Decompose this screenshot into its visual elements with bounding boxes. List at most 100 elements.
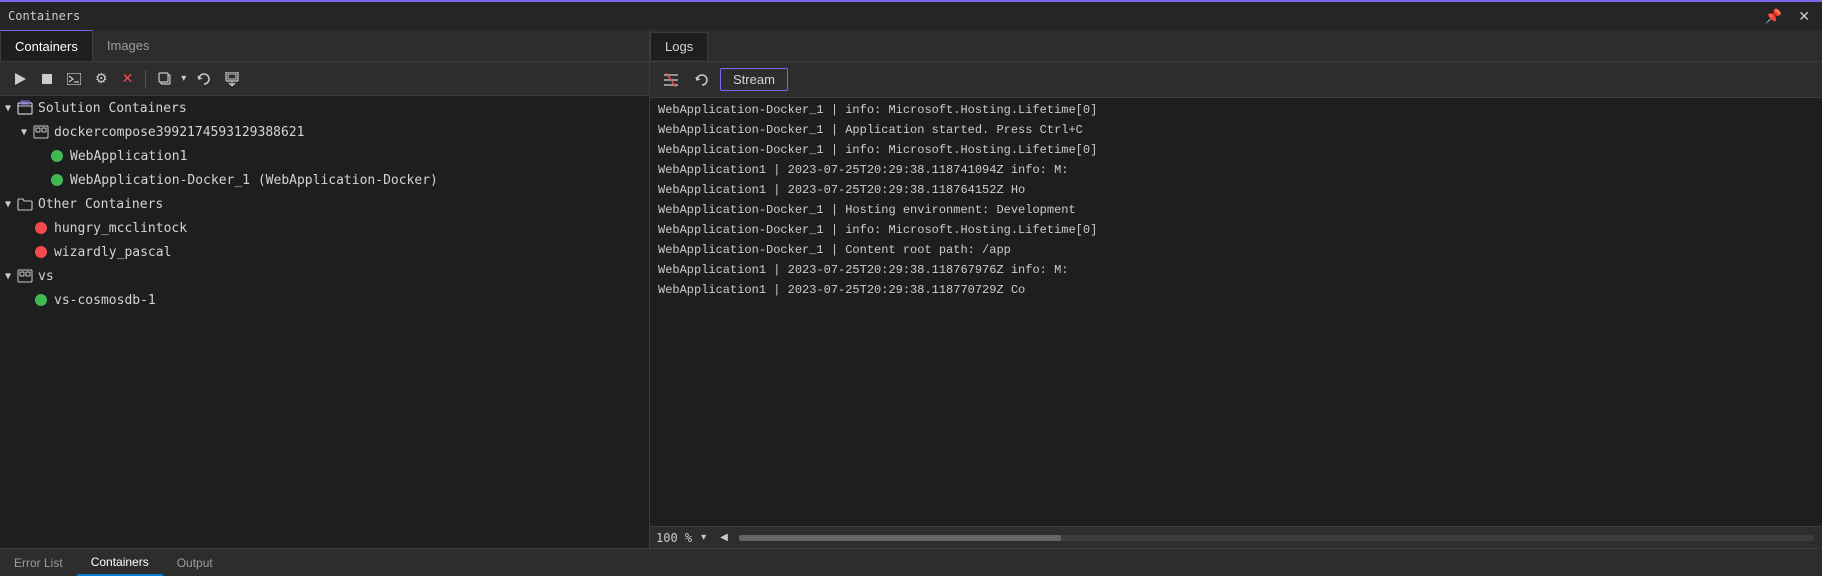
solution-containers-label: Solution Containers — [38, 101, 187, 116]
tab-images[interactable]: Images — [93, 30, 164, 61]
stop-icon — [41, 73, 53, 85]
pull-button[interactable] — [220, 70, 244, 88]
copy-button[interactable] — [153, 70, 177, 88]
tree-item-other-containers[interactable]: ▼ Other Containers — [0, 192, 649, 216]
status-red-icon — [32, 222, 50, 234]
red-circle-2 — [35, 246, 47, 258]
other-containers-label: Other Containers — [38, 197, 163, 212]
right-panel: Logs Stream WebApplication — [650, 30, 1822, 548]
logs-toolbar: Stream — [650, 62, 1822, 98]
log-line: WebApplication1 | 2023-07-25T20:29:38.11… — [650, 180, 1822, 200]
zoom-dropdown-button[interactable]: ▾ — [696, 530, 711, 545]
expander-compose: ▼ — [16, 127, 32, 138]
toolbar-separator-1 — [145, 70, 146, 88]
refresh-button[interactable] — [192, 70, 216, 88]
log-line: WebApplication-Docker_1 | Content root p… — [650, 240, 1822, 260]
expander-empty: ▶ — [16, 223, 32, 234]
status-green-icon-2 — [48, 174, 66, 186]
log-line: WebApplication1 | 2023-07-25T20:29:38.11… — [650, 280, 1822, 300]
tree-item-vs[interactable]: ▼ vs — [0, 264, 649, 288]
log-line: WebApplication-Docker_1 | info: Microsof… — [650, 140, 1822, 160]
tab-containers[interactable]: Containers — [0, 30, 93, 61]
left-toolbar: ⚙ ✕ ▾ — [0, 62, 649, 96]
status-green-icon-3 — [32, 294, 50, 306]
bottom-tab-output[interactable]: Output — [163, 549, 227, 576]
tree-item-wizardly[interactable]: ▶ wizardly_pascal — [0, 240, 649, 264]
log-line: WebApplication1 | 2023-07-25T20:29:38.11… — [650, 160, 1822, 180]
clear-logs-button[interactable] — [658, 71, 684, 89]
tree-panel[interactable]: ▼ Solution Containers ▼ dockercompose399… — [0, 96, 649, 548]
scroll-left-button[interactable]: ◀ — [715, 530, 733, 545]
status-red-icon-2 — [32, 246, 50, 258]
log-content[interactable]: WebApplication-Docker_1 | info: Microsof… — [650, 98, 1822, 526]
left-panel: Containers Images ⚙ — [0, 30, 650, 548]
scrollbar-thumb — [739, 535, 1062, 541]
wizardly-label: wizardly_pascal — [54, 245, 171, 260]
hungry-label: hungry_mcclintock — [54, 221, 187, 236]
log-line: WebApplication-Docker_1 | Hosting enviro… — [650, 200, 1822, 220]
solution-icon — [16, 100, 34, 116]
green-circle — [51, 150, 63, 162]
stream-button[interactable]: Stream — [720, 68, 788, 91]
delete-button[interactable]: ✕ — [117, 68, 139, 89]
expander-solution: ▼ — [0, 103, 16, 114]
title-bar-title: Containers — [8, 9, 80, 23]
dockercompose-label: dockercompose3992174593129388621 — [54, 125, 304, 140]
tree-item-dockercompose[interactable]: ▼ dockercompose3992174593129388621 — [0, 120, 649, 144]
vs-label: vs — [38, 269, 54, 284]
bottom-tab-containers[interactable]: Containers — [77, 549, 163, 576]
refresh-icon — [197, 72, 211, 86]
log-status-row: 100 % ▾ ◀ — [650, 526, 1822, 548]
log-line: WebApplication-Docker_1 | Application st… — [650, 120, 1822, 140]
vs-compose-icon — [16, 268, 34, 284]
attach-button[interactable] — [62, 71, 86, 87]
green-circle-3 — [35, 294, 47, 306]
stop-button[interactable] — [36, 71, 58, 87]
vscosmosdb-label: vs-cosmosdb-1 — [54, 293, 156, 308]
compose-icon — [32, 124, 50, 140]
refresh-logs-button[interactable] — [690, 71, 714, 89]
tree-item-webapp-docker[interactable]: ▶ WebApplication-Docker_1 (WebApplicatio… — [0, 168, 649, 192]
bottom-tab-error-list[interactable]: Error List — [0, 549, 77, 576]
logs-header: Logs — [650, 30, 1822, 62]
clear-icon — [663, 73, 679, 87]
tree-item-webapp1[interactable]: ▶ WebApplication1 — [0, 144, 649, 168]
title-bar: Containers 📌 ✕ — [0, 0, 1822, 30]
close-button[interactable]: ✕ — [1794, 7, 1814, 25]
green-circle-2 — [51, 174, 63, 186]
start-button[interactable] — [8, 70, 32, 88]
tree-item-hungry[interactable]: ▶ hungry_mcclintock — [0, 216, 649, 240]
refresh-logs-icon — [695, 73, 709, 87]
settings-button[interactable]: ⚙ — [90, 68, 113, 89]
main-layout: Containers Images ⚙ — [0, 30, 1822, 548]
copy-dropdown-arrow[interactable]: ▾ — [179, 71, 188, 86]
expander-empty: ▶ — [16, 247, 32, 258]
left-tab-row: Containers Images — [0, 30, 649, 62]
terminal-icon — [67, 73, 81, 85]
log-line: WebApplication-Docker_1 | info: Microsof… — [650, 220, 1822, 240]
folder-icon — [16, 196, 34, 212]
webapp1-label: WebApplication1 — [70, 149, 187, 164]
tab-logs[interactable]: Logs — [650, 32, 708, 60]
horizontal-scrollbar[interactable] — [739, 535, 1814, 541]
expander-empty: ▶ — [32, 151, 48, 162]
expander-vs: ▼ — [0, 271, 16, 282]
red-circle — [35, 222, 47, 234]
tree-item-vscosmosdb[interactable]: ▶ vs-cosmosdb-1 — [0, 288, 649, 312]
zoom-level: 100 % — [656, 531, 692, 545]
webapp-docker-label: WebApplication-Docker_1 (WebApplication-… — [70, 173, 438, 188]
expander-other: ▼ — [0, 199, 16, 210]
pull-icon — [225, 72, 239, 86]
title-bar-left: Containers — [8, 9, 80, 23]
copy-dropdown: ▾ — [153, 70, 188, 88]
bottom-bar: Error List Containers Output — [0, 548, 1822, 576]
play-icon — [13, 72, 27, 86]
expander-empty: ▶ — [32, 175, 48, 186]
tree-item-solution-containers[interactable]: ▼ Solution Containers — [0, 96, 649, 120]
log-line: WebApplication-Docker_1 | info: Microsof… — [650, 100, 1822, 120]
status-green-icon — [48, 150, 66, 162]
expander-empty: ▶ — [16, 295, 32, 306]
pin-button[interactable]: 📌 — [1761, 7, 1786, 25]
copy-icon — [158, 72, 172, 86]
log-line: WebApplication1 | 2023-07-25T20:29:38.11… — [650, 260, 1822, 280]
